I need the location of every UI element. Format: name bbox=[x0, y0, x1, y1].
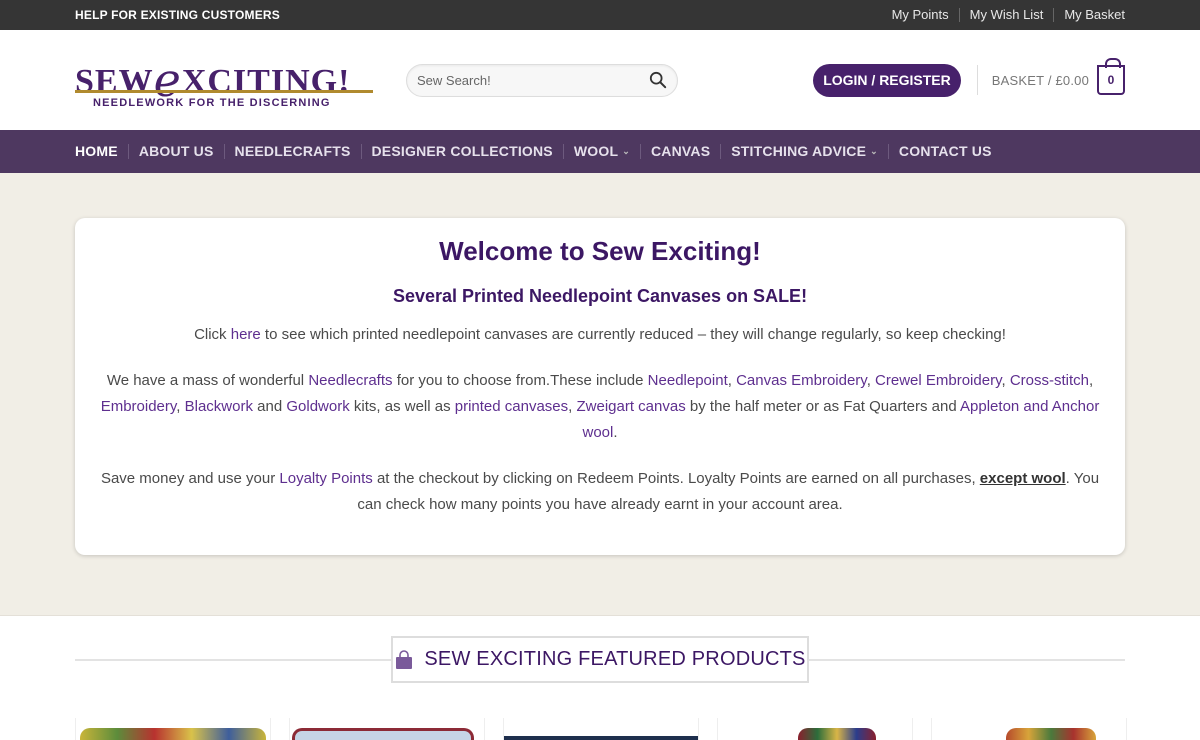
nav-needlecrafts[interactable]: NEEDLECRAFTS bbox=[223, 144, 361, 159]
search-icon[interactable] bbox=[649, 71, 667, 89]
product-card[interactable] bbox=[717, 718, 913, 740]
basket-icon[interactable]: 0 bbox=[1097, 58, 1125, 95]
product-image[interactable] bbox=[798, 728, 876, 740]
search-input[interactable] bbox=[417, 72, 649, 88]
logo-tagline: NEEDLEWORK FOR THE DISCERNING bbox=[93, 97, 331, 109]
embroidery-link[interactable]: Embroidery bbox=[101, 398, 177, 415]
nav-contact-us[interactable]: CONTACT US bbox=[887, 144, 1002, 159]
featured-title-box: SEW EXCITING FEATURED PRODUCTS bbox=[391, 636, 809, 683]
product-card[interactable] bbox=[931, 718, 1127, 740]
featured-products-section: SEW EXCITING FEATURED PRODUCTS bbox=[0, 615, 1200, 740]
sale-here-link[interactable]: here bbox=[231, 326, 261, 343]
nav-wool[interactable]: WOOL ⌄ bbox=[562, 144, 640, 159]
basket-total-link[interactable]: BASKET / £0.00 bbox=[992, 73, 1089, 88]
blackwork-link[interactable]: Blackwork bbox=[185, 398, 253, 415]
zweigart-canvas-link[interactable]: Zweigart canvas bbox=[577, 398, 686, 415]
nav-stitching-advice[interactable]: STITCHING ADVICE ⌄ bbox=[720, 144, 888, 159]
needlecrafts-paragraph: We have a mass of wonderful Needlecrafts… bbox=[100, 372, 1100, 441]
sale-paragraph: Click here to see which printed needlepo… bbox=[194, 326, 1006, 343]
product-row bbox=[75, 718, 1127, 740]
my-wish-list-link[interactable]: My Wish List bbox=[958, 8, 1054, 22]
nav-designer-collections[interactable]: DESIGNER COLLECTIONS bbox=[360, 144, 563, 159]
product-card[interactable] bbox=[75, 718, 271, 740]
chevron-down-icon: ⌄ bbox=[870, 146, 878, 156]
loyalty-points-link[interactable]: Loyalty Points bbox=[279, 470, 372, 487]
chevron-down-icon: ⌄ bbox=[622, 146, 630, 156]
my-basket-link[interactable]: My Basket bbox=[1053, 8, 1125, 22]
login-register-button[interactable]: LOGIN / REGISTER bbox=[813, 63, 961, 97]
header-divider bbox=[976, 65, 978, 95]
site-logo[interactable]: SEWeXCITING! NEEDLEWORK FOR THE DISCERNI… bbox=[75, 45, 377, 115]
product-image[interactable] bbox=[80, 728, 266, 740]
except-wool-link[interactable]: except wool bbox=[980, 470, 1066, 487]
top-bar: HELP FOR EXISTING CUSTOMERS My Points My… bbox=[0, 0, 1200, 30]
nav-home[interactable]: HOME bbox=[75, 144, 128, 159]
product-image[interactable] bbox=[504, 736, 698, 740]
main-content: Welcome to Sew Exciting! Several Printed… bbox=[0, 173, 1200, 615]
nav-canvas[interactable]: CANVAS bbox=[639, 144, 720, 159]
nav-about-us[interactable]: ABOUT US bbox=[127, 144, 224, 159]
site-header: SEWeXCITING! NEEDLEWORK FOR THE DISCERNI… bbox=[0, 30, 1200, 130]
search-box bbox=[406, 63, 678, 97]
crewel-embroidery-link[interactable]: Crewel Embroidery bbox=[875, 372, 1001, 389]
logo-wordmark: SEWeXCITING! bbox=[75, 53, 351, 107]
needlepoint-link[interactable]: Needlepoint bbox=[648, 372, 728, 389]
product-image[interactable] bbox=[1006, 728, 1096, 740]
cross-stitch-link[interactable]: Cross-stitch bbox=[1010, 372, 1089, 389]
shopping-bag-icon bbox=[396, 649, 413, 669]
main-nav: HOME ABOUT US NEEDLECRAFTS DESIGNER COLL… bbox=[0, 130, 1200, 173]
product-card[interactable] bbox=[503, 718, 699, 740]
product-card[interactable] bbox=[289, 718, 485, 740]
top-links: My Points My Wish List My Basket bbox=[882, 8, 1125, 22]
loyalty-paragraph: Save money and use your Loyalty Points a… bbox=[100, 470, 1100, 513]
sale-headline: Several Printed Needlepoint Canvases on … bbox=[392, 286, 808, 306]
goldwork-link[interactable]: Goldwork bbox=[286, 398, 349, 415]
help-link[interactable]: HELP FOR EXISTING CUSTOMERS bbox=[75, 8, 280, 22]
basket-count: 0 bbox=[1107, 73, 1115, 87]
canvas-embroidery-link[interactable]: Canvas Embroidery bbox=[736, 372, 867, 389]
printed-canvases-link[interactable]: printed canvases bbox=[455, 398, 568, 415]
my-points-link[interactable]: My Points bbox=[882, 8, 959, 22]
product-image[interactable] bbox=[292, 728, 474, 740]
header-account: LOGIN / REGISTER BASKET / £0.00 0 bbox=[813, 58, 1125, 97]
featured-title: SEW EXCITING FEATURED PRODUCTS bbox=[424, 648, 806, 670]
needlecrafts-link[interactable]: Needlecrafts bbox=[308, 372, 392, 389]
welcome-title: Welcome to Sew Exciting! bbox=[439, 236, 761, 266]
logo-underline bbox=[75, 90, 373, 93]
welcome-panel: Welcome to Sew Exciting! Several Printed… bbox=[75, 218, 1125, 555]
